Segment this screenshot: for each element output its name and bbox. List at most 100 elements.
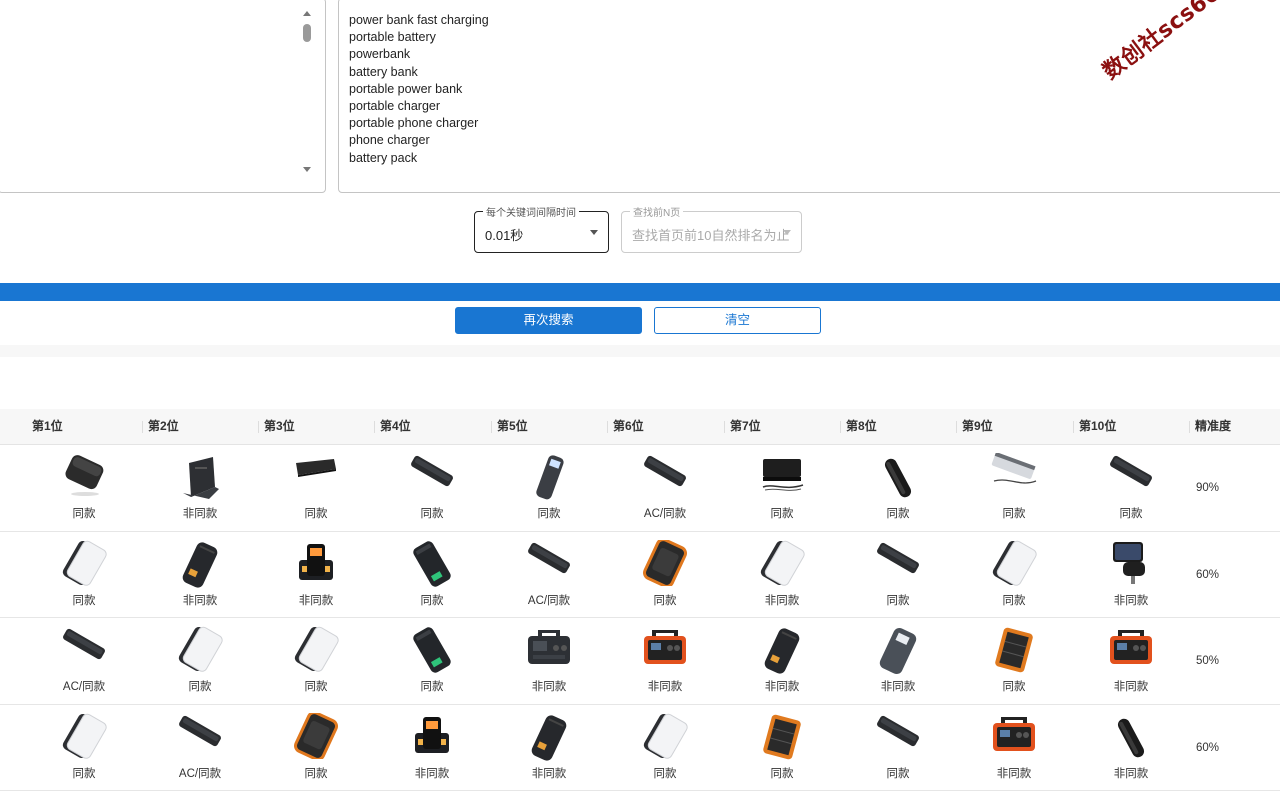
black-slim-powerbank-image[interactable]: [408, 453, 456, 494]
silver-slim-powerbank-image[interactable]: [990, 451, 1038, 494]
grey-display-powerbank-image[interactable]: [878, 626, 918, 681]
result-cell[interactable]: 同款: [26, 445, 142, 531]
white-powerbank-image[interactable]: [293, 626, 339, 679]
result-cell[interactable]: 同款: [724, 705, 840, 791]
header-rank: 第4位: [374, 409, 411, 445]
result-cell[interactable]: AC/同款: [142, 705, 258, 791]
white-powerbank-image[interactable]: [177, 626, 223, 679]
result-cell[interactable]: 非同款: [142, 532, 258, 618]
clear-button[interactable]: 清空: [654, 307, 821, 334]
search-again-button[interactable]: 再次搜索: [455, 307, 642, 334]
pages-select[interactable]: 查找前N页 查找首页前10自然排名为止: [621, 204, 802, 253]
orange-rugged-powerbank-image[interactable]: [293, 710, 339, 764]
table-row: 同款 非同款 同款 同款 同款 AC/同款 同款 同款 同款 同款 90%: [0, 445, 1280, 532]
result-cell[interactable]: 同款: [142, 618, 258, 704]
black-stand-charger-image[interactable]: [179, 453, 221, 506]
black-slim-powerbank-image[interactable]: [874, 713, 922, 754]
result-cell[interactable]: AC/同款: [607, 445, 723, 531]
result-cell[interactable]: 非同款: [956, 705, 1072, 791]
result-cell[interactable]: 同款: [258, 618, 374, 704]
result-cell[interactable]: 非同款: [142, 445, 258, 531]
black-slim-powerbank-image[interactable]: [1107, 453, 1155, 494]
match-label: 非同款: [647, 681, 683, 693]
result-cell[interactable]: 同款: [840, 705, 956, 791]
scrollbar[interactable]: [301, 7, 313, 179]
match-label: 同款: [1002, 594, 1026, 607]
result-cell[interactable]: AC/同款: [26, 618, 142, 704]
orange-solar-powerbank-image[interactable]: [991, 626, 1037, 679]
result-cell[interactable]: 同款: [491, 445, 607, 531]
black-tube-powerbank-image[interactable]: [1114, 713, 1148, 768]
orange-power-station-image[interactable]: [1106, 626, 1156, 673]
left-textarea[interactable]: [0, 0, 326, 193]
black-power-station-image[interactable]: [524, 626, 574, 673]
black-display-powerbank-image[interactable]: [529, 713, 569, 768]
result-cell[interactable]: 非同款: [724, 532, 840, 618]
result-cell[interactable]: 非同款: [258, 532, 374, 618]
result-cell[interactable]: 同款: [1073, 445, 1189, 531]
result-cell[interactable]: 非同款: [724, 618, 840, 704]
result-cell[interactable]: 非同款: [491, 705, 607, 791]
match-label: 同款: [770, 508, 794, 520]
result-cell[interactable]: 同款: [374, 445, 490, 531]
phone-display-powerbank-image[interactable]: [293, 540, 339, 591]
result-cell[interactable]: 非同款: [607, 618, 723, 704]
match-label: 非同款: [764, 594, 800, 607]
interval-select[interactable]: 每个关键词间隔时间 0.01秒: [474, 204, 609, 253]
result-cell[interactable]: 同款: [724, 445, 840, 531]
black-green-powerbank-image[interactable]: [409, 626, 455, 679]
black-square-powerbank-image[interactable]: [61, 453, 107, 502]
black-display-powerbank-image[interactable]: [180, 540, 220, 595]
phone-display-powerbank-image[interactable]: [409, 713, 455, 764]
black-slim-powerbank-image[interactable]: [874, 540, 922, 581]
white-powerbank-image[interactable]: [642, 713, 688, 766]
black-display-powerbank-image[interactable]: [762, 626, 802, 681]
white-powerbank-image[interactable]: [61, 540, 107, 593]
accuracy-value: 90%: [1196, 482, 1220, 494]
result-cell[interactable]: 同款: [374, 618, 490, 704]
result-cell[interactable]: 非同款: [1073, 532, 1189, 618]
header-rank: 第1位: [32, 419, 63, 433]
result-cell[interactable]: AC/同款: [491, 532, 607, 618]
result-cell[interactable]: 同款: [956, 618, 1072, 704]
orange-solar-powerbank-image[interactable]: [759, 713, 805, 766]
result-cell[interactable]: 同款: [607, 705, 723, 791]
result-cell[interactable]: 同款: [956, 532, 1072, 618]
black-slim-powerbank-image[interactable]: [641, 453, 689, 494]
black-slim-powerbank-image[interactable]: [176, 713, 224, 754]
result-cell[interactable]: 同款: [258, 705, 374, 791]
keyword-item: battery bank: [349, 64, 418, 79]
orange-power-station-image[interactable]: [989, 713, 1039, 760]
result-cell[interactable]: 同款: [26, 705, 142, 791]
match-label: 同款: [304, 681, 328, 693]
orange-power-station-image[interactable]: [640, 626, 690, 673]
black-box-with-cables-image[interactable]: [759, 453, 805, 498]
black-tube-powerbank-image[interactable]: [881, 453, 915, 508]
result-cell[interactable]: 同款: [374, 532, 490, 618]
black-green-powerbank-image[interactable]: [409, 540, 455, 593]
result-cell[interactable]: 非同款: [840, 618, 956, 704]
result-cell[interactable]: 非同款: [374, 705, 490, 791]
black-slim-powerbank-image[interactable]: [525, 540, 573, 581]
result-cell[interactable]: 同款: [840, 445, 956, 531]
result-cell[interactable]: 同款: [26, 532, 142, 618]
result-cell[interactable]: 非同款: [491, 618, 607, 704]
table-header: 第1位 第2位 第3位 第4位 第5位 第6位 第7位 第8位 第9位 第10位 精准度: [0, 409, 1280, 445]
orange-rugged-powerbank-image[interactable]: [642, 537, 688, 591]
result-cell[interactable]: 同款: [840, 532, 956, 618]
black-slim-powerbank-image[interactable]: [60, 626, 108, 667]
result-cell[interactable]: 同款: [607, 532, 723, 618]
black-flat-powerbank-image[interactable]: [294, 453, 338, 486]
white-powerbank-image[interactable]: [759, 540, 805, 593]
result-cell[interactable]: 同款: [258, 445, 374, 531]
result-cell[interactable]: 非同款: [1073, 618, 1189, 704]
scroll-thumb[interactable]: [303, 24, 311, 42]
phone-plug-charger-image[interactable]: [1109, 540, 1153, 593]
result-cell[interactable]: 非同款: [1073, 705, 1189, 791]
white-powerbank-image[interactable]: [61, 713, 107, 766]
white-powerbank-image[interactable]: [991, 540, 1037, 593]
scroll-up-icon[interactable]: [303, 11, 311, 16]
scroll-down-icon[interactable]: [303, 167, 311, 172]
display-powerbank-image[interactable]: [534, 453, 564, 506]
result-cell[interactable]: 同款: [956, 445, 1072, 531]
